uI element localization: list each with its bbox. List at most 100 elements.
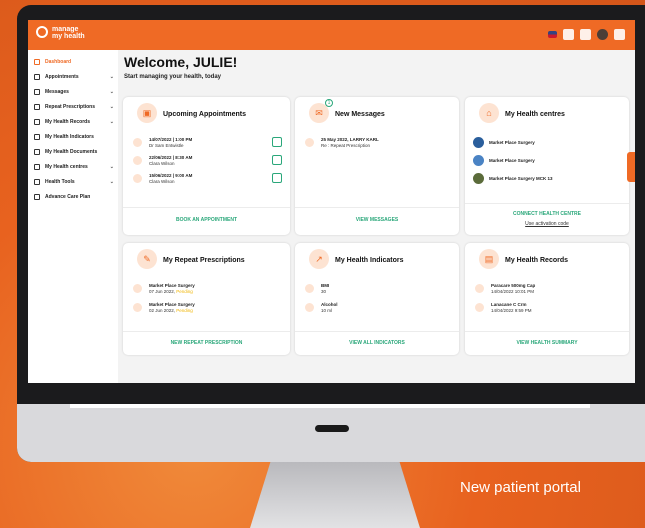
card-title: My Repeat Prescriptions: [163, 257, 245, 264]
list-item[interactable]: Alcohol 10 ml: [305, 302, 455, 316]
logo-line-1: manage: [52, 26, 79, 33]
chevron-down-icon: ⌄: [109, 103, 114, 110]
prescription-icon: ✎: [137, 249, 157, 269]
building-icon: ⌂: [479, 103, 499, 123]
building-icon: [34, 163, 40, 170]
page-title: Welcome, JULIE!: [124, 54, 238, 70]
list-item[interactable]: 14/07/2022 | 1:00 PM Dr Sam Entwistle: [133, 137, 283, 151]
location-icon[interactable]: [272, 155, 282, 165]
monitor-chin-line: [70, 404, 590, 408]
dashboard-icon: [34, 58, 40, 65]
new-repeat-prescription-button[interactable]: NEW REPEAT PRESCRIPTION: [123, 340, 290, 346]
activation-code-link[interactable]: Use activation code: [465, 221, 629, 227]
list-item[interactable]: 22/06/2022 | 8:30 AM Clara Wilson: [133, 155, 283, 169]
monitor-stand: [250, 462, 420, 528]
health-centres-card: ⌂ My Health centres Market Place Surgery…: [465, 97, 629, 235]
appointments-card: ▣ Upcoming Appointments 14/07/2022 | 1:0…: [123, 97, 290, 235]
person-icon: [133, 138, 142, 147]
person-icon: [133, 156, 142, 165]
heart-plus-icon: [36, 26, 48, 38]
chevron-down-icon: ⌄: [109, 163, 114, 170]
calendar-icon[interactable]: [563, 29, 574, 40]
trend-icon: [34, 133, 40, 140]
view-health-summary-button[interactable]: VIEW HEALTH SUMMARY: [465, 340, 629, 346]
medication-icon: [475, 303, 484, 312]
prescription-icon: [133, 303, 142, 312]
list-item[interactable]: Market Place Surgery: [473, 137, 613, 149]
top-icons: [548, 29, 625, 40]
mail-icon: [34, 88, 40, 95]
book-appointment-button[interactable]: BOOK AN APPOINTMENT: [123, 217, 290, 223]
centre-avatar: [473, 155, 484, 166]
phone-icon[interactable]: [272, 137, 282, 147]
connect-health-centre-button[interactable]: CONNECT HEALTH CENTRE: [465, 211, 629, 217]
prescriptions-card: ✎ My Repeat Prescriptions Market Place S…: [123, 243, 290, 355]
messages-card: ✉ 1 New Messages 25 May 2022, LARRY KARL…: [295, 97, 459, 235]
divider: [123, 331, 290, 332]
chevron-down-icon: ⌄: [109, 178, 114, 185]
list-item[interactable]: Market Place Surgery: [473, 155, 613, 167]
sidebar-item-repeat-prescriptions[interactable]: Repeat Prescriptions ⌄: [28, 99, 118, 114]
view-messages-button[interactable]: VIEW MESSAGES: [295, 217, 459, 223]
care-plan-icon: [34, 193, 40, 200]
centre-avatar: [473, 173, 484, 184]
list-item[interactable]: Market Place Surgery 02 Jun 2022, Pendin…: [133, 302, 283, 316]
list-item[interactable]: BMI 30: [305, 283, 455, 297]
medication-icon: [475, 284, 484, 293]
card-title: Upcoming Appointments: [163, 111, 246, 118]
glass-icon: [305, 303, 314, 312]
sidebar-item-health-centres[interactable]: My Health centres ⌄: [28, 159, 118, 174]
status-badge: Pending: [176, 289, 193, 294]
records-card: ▤ My Health Records Paracare 500mg Cap 1…: [465, 243, 629, 355]
divider: [123, 207, 290, 208]
list-item[interactable]: 25 May 2022, LARRY KARL Re : Repeat Pres…: [305, 137, 455, 151]
flag-icon[interactable]: [548, 31, 557, 38]
top-bar: manage my health: [28, 20, 635, 50]
list-item[interactable]: 15/06/2022 | 9:00 AM Clara Wilson: [133, 173, 283, 187]
list-item[interactable]: Market Place Surgery 07 Jun 2022, Pendin…: [133, 283, 283, 297]
list-item[interactable]: Paracare 500mg Cap 14/04/2022 10:01 PM: [475, 283, 625, 297]
card-title: My Health Indicators: [335, 257, 404, 264]
document-icon: [34, 148, 40, 155]
page-subtitle: Start managing your health, today: [124, 74, 222, 80]
divider: [295, 207, 459, 208]
sidebar: Dashboard Appointments ⌄ Messages ⌄ Repeat…: [28, 50, 118, 383]
chevron-down-icon: ⌄: [109, 73, 114, 80]
location-icon[interactable]: [272, 173, 282, 183]
message-count-badge: 1: [325, 99, 333, 107]
sidebar-item-health-records[interactable]: My Health Records ⌄: [28, 114, 118, 129]
prescription-icon: [34, 103, 40, 110]
sidebar-item-health-indicators[interactable]: My Health Indicators: [28, 129, 118, 144]
trend-icon: ↗: [309, 249, 329, 269]
indicators-card: ↗ My Health Indicators BMI 30 Alcohol 10…: [295, 243, 459, 355]
sidebar-item-health-tools[interactable]: Health Tools ⌄: [28, 174, 118, 189]
list-item[interactable]: Lanacane C Crm 14/04/2022 9:59 PM: [475, 302, 625, 316]
sidebar-item-advance-care-plan[interactable]: Advance Care Plan: [28, 189, 118, 204]
status-badge: Pending: [176, 308, 193, 313]
mail-icon[interactable]: [580, 29, 591, 40]
list-item[interactable]: Market Place Surgery MCK 13: [473, 173, 613, 185]
records-icon: ▤: [479, 249, 499, 269]
records-icon: [34, 118, 40, 125]
calendar-icon: [34, 73, 40, 80]
card-title: New Messages: [335, 111, 385, 118]
chevron-down-icon: ⌄: [109, 118, 114, 125]
screen: manage my health Dashboard Appointments ⌄…: [28, 20, 635, 383]
view-all-indicators-button[interactable]: VIEW ALL INDICATORS: [295, 340, 459, 346]
monitor-logo-slot: [315, 425, 349, 432]
sidebar-item-appointments[interactable]: Appointments ⌄: [28, 69, 118, 84]
avatar[interactable]: [597, 29, 608, 40]
card-title: My Health centres: [505, 111, 565, 118]
scale-icon: [305, 284, 314, 293]
monitor-chin: [17, 404, 645, 462]
card-title: My Health Records: [505, 257, 569, 264]
sidebar-item-dashboard[interactable]: Dashboard: [28, 54, 118, 69]
logout-icon[interactable]: [614, 29, 625, 40]
sidebar-item-messages[interactable]: Messages ⌄: [28, 84, 118, 99]
tools-icon: [34, 178, 40, 185]
sidebar-item-health-documents[interactable]: My Health Documents: [28, 144, 118, 159]
caption: New patient portal: [460, 479, 581, 496]
prescription-icon: [133, 284, 142, 293]
feedback-tab[interactable]: [627, 152, 635, 182]
logo-line-2: my health: [52, 33, 85, 40]
